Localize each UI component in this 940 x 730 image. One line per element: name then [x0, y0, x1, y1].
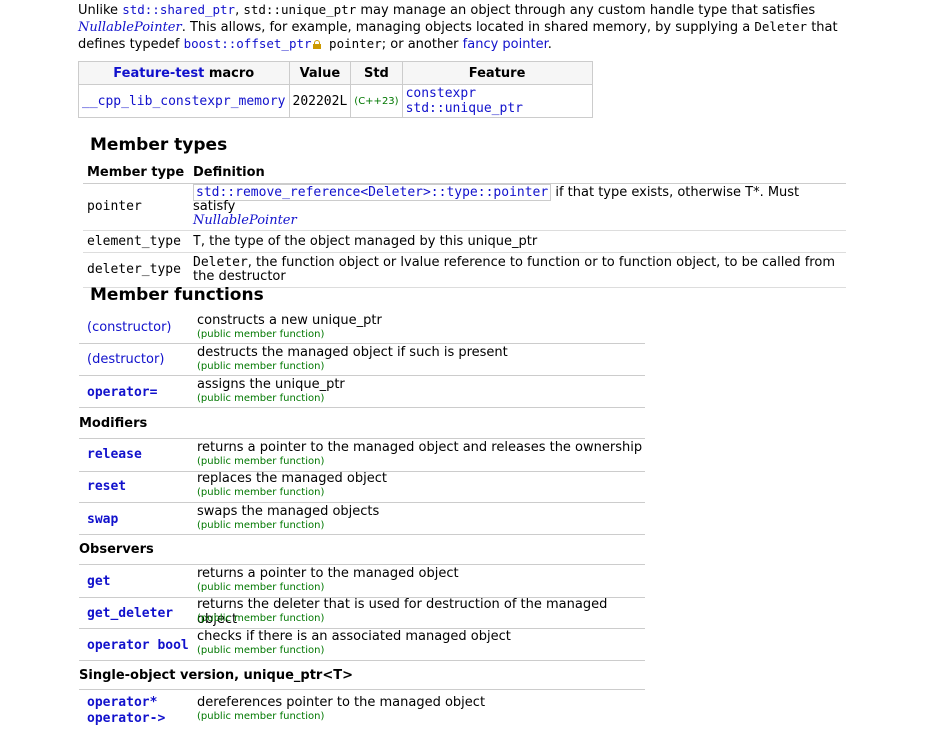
- ftm-header-value: Value: [288, 61, 352, 85]
- function-row: get_deleter returns the deleter that is …: [79, 597, 645, 629]
- feature-test-table: Feature-test macro Value Std Feature __c…: [78, 61, 593, 118]
- ftm-header-macro: Feature-test macro: [78, 61, 290, 85]
- get-link[interactable]: get: [87, 574, 110, 589]
- remove-reference-link[interactable]: std::remove_reference<Deleter>::type::po…: [193, 184, 552, 201]
- shared-ptr-link[interactable]: std::shared_ptr: [122, 2, 235, 17]
- intro-paragraph: Unlike std::shared_ptr, std::unique_ptr …: [78, 2, 838, 52]
- operator-assign-link[interactable]: operator=: [87, 385, 157, 400]
- offset-ptr-link[interactable]: boost::offset_ptr: [184, 36, 312, 51]
- member-functions-heading: Member functions: [90, 285, 264, 305]
- destructor-link[interactable]: (destructor): [87, 352, 164, 367]
- constructor-link[interactable]: (constructor): [87, 320, 171, 335]
- lock-icon: [312, 40, 321, 49]
- function-row: operator bool checks if there is an asso…: [79, 629, 645, 661]
- get-deleter-link[interactable]: get_deleter: [87, 606, 173, 621]
- function-row: operator* operator-> dereferences pointe…: [79, 689, 645, 730]
- swap-link[interactable]: swap: [87, 512, 118, 527]
- function-row: get returns a pointer to the managed obj…: [79, 564, 645, 598]
- member-types-table: Member type Definition pointer std::remo…: [83, 161, 846, 288]
- table-row: pointer std::remove_reference<Deleter>::…: [83, 183, 846, 231]
- member-types-heading: Member types: [90, 135, 228, 155]
- function-row: operator= assigns the unique_ptr (public…: [79, 376, 645, 408]
- subhead-modifiers: Modifiers: [79, 416, 148, 431]
- ftm-value: 202202L: [288, 84, 352, 118]
- reset-link[interactable]: reset: [87, 479, 126, 494]
- feature-test-link[interactable]: Feature-test: [113, 66, 204, 81]
- ftm-feature[interactable]: constexpr std::unique_ptr: [401, 84, 593, 118]
- ftm-header-feature: Feature: [401, 61, 593, 85]
- fancy-pointer-link[interactable]: fancy pointer: [463, 37, 548, 52]
- operator-deref-link[interactable]: operator*: [87, 695, 157, 710]
- function-row: reset replaces the managed object (publi…: [79, 471, 645, 503]
- table-row: deleter_type Deleter, the function objec…: [83, 252, 846, 288]
- operator-arrow-link[interactable]: operator->: [87, 711, 165, 726]
- nullable-pointer-link[interactable]: NullablePointer: [78, 20, 182, 35]
- operator-bool-link[interactable]: operator bool: [87, 638, 189, 653]
- col-member-type: Member type: [83, 161, 189, 184]
- col-definition: Definition: [189, 161, 846, 184]
- function-row: swap swaps the managed objects (public m…: [79, 503, 645, 535]
- function-row: release returns a pointer to the managed…: [79, 438, 645, 472]
- ftm-header-std: Std: [350, 61, 403, 85]
- ftm-macro[interactable]: __cpp_lib_constexpr_memory: [78, 84, 290, 118]
- subhead-observers: Observers: [79, 542, 154, 557]
- subhead-single-object: Single-object version, unique_ptr<T>: [79, 668, 353, 683]
- ftm-std: (C++23): [350, 84, 403, 118]
- release-link[interactable]: release: [87, 447, 142, 462]
- nullable-pointer-link-2[interactable]: NullablePointer: [193, 213, 297, 228]
- function-row: (constructor) constructs a new unique_pt…: [79, 311, 645, 344]
- table-row: element_type T, the type of the object m…: [83, 230, 846, 253]
- function-row: (destructor) destructs the managed objec…: [79, 344, 645, 376]
